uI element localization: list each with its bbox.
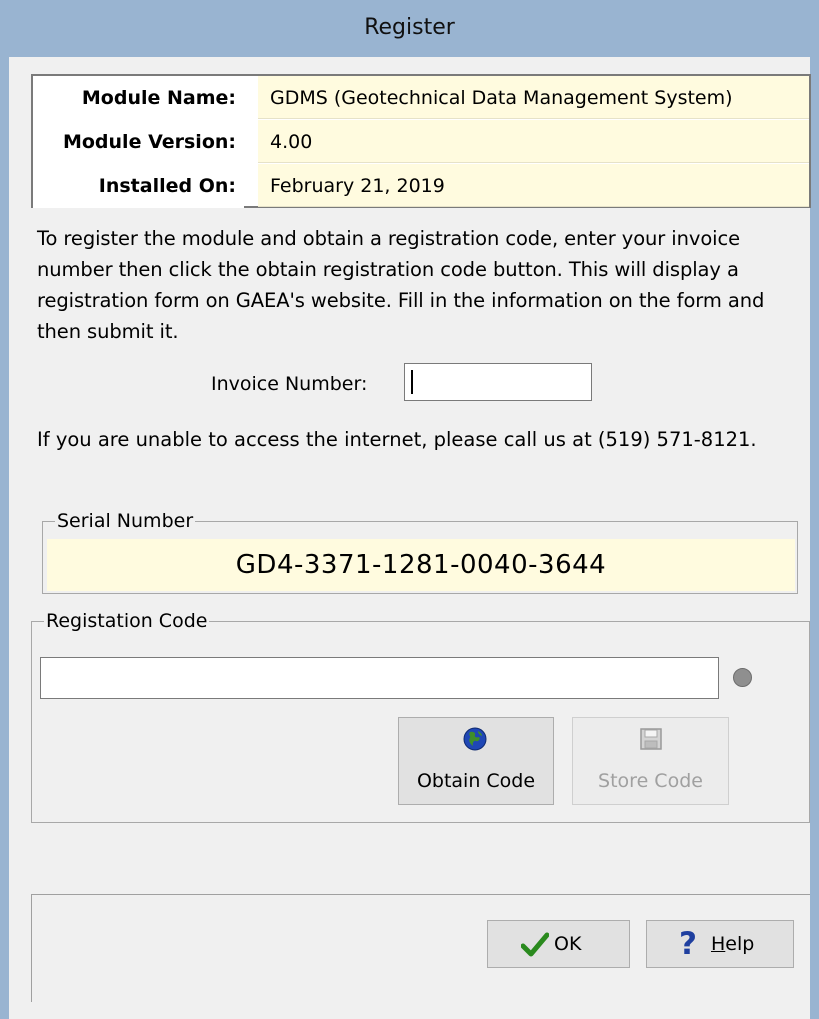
help-label: Help bbox=[711, 931, 754, 957]
store-code-button[interactable]: Store Code bbox=[572, 717, 729, 805]
serial-number-group: Serial Number GD4-3371-1281-0040-3644 bbox=[42, 508, 798, 594]
phone-note: If you are unable to access the internet… bbox=[37, 428, 757, 451]
ok-label: OK bbox=[554, 933, 582, 955]
module-version-label: Module Version: bbox=[33, 120, 244, 164]
module-name-row: Module Name: GDMS (Geotechnical Data Man… bbox=[33, 76, 809, 120]
title-bar[interactable]: Register bbox=[0, 0, 819, 57]
window-title: Register bbox=[364, 15, 455, 40]
registration-code-group: Registation Code Obtain Code Store Code bbox=[31, 608, 810, 823]
installed-on-row: Installed On: February 21, 2019 bbox=[33, 164, 809, 208]
obtain-code-label: Obtain Code bbox=[416, 770, 536, 792]
installed-on-label: Installed On: bbox=[33, 164, 244, 208]
module-version-value: 4.00 bbox=[258, 120, 809, 163]
serial-number-title: Serial Number bbox=[55, 508, 196, 534]
checkmark-icon bbox=[521, 932, 549, 957]
ok-button[interactable]: OK bbox=[487, 920, 630, 968]
module-version-row: Module Version: 4.00 bbox=[33, 120, 809, 164]
invoice-number-input[interactable] bbox=[404, 363, 592, 401]
help-mnemonic: H bbox=[711, 933, 726, 955]
floppy-disk-icon bbox=[640, 728, 662, 750]
registration-code-input[interactable] bbox=[40, 657, 719, 699]
store-code-label: Store Code bbox=[598, 770, 703, 792]
module-name-label: Module Name: bbox=[33, 76, 244, 120]
register-window: Register Module Name: GDMS (Geotechnical… bbox=[0, 0, 819, 1019]
registration-code-title: Registation Code bbox=[44, 608, 210, 634]
text-caret bbox=[411, 370, 413, 394]
installed-on-value: February 21, 2019 bbox=[258, 164, 809, 207]
instructions-text: To register the module and obtain a regi… bbox=[37, 227, 765, 343]
help-label-rest: elp bbox=[725, 933, 755, 955]
globe-icon bbox=[463, 727, 487, 751]
module-name-value: GDMS (Geotechnical Data Management Syste… bbox=[258, 76, 809, 119]
invoice-number-label: Invoice Number: bbox=[211, 373, 368, 395]
module-info-table: Module Name: GDMS (Geotechnical Data Man… bbox=[31, 74, 811, 208]
window-frame-left bbox=[0, 57, 9, 1019]
obtain-code-button[interactable]: Obtain Code bbox=[398, 717, 554, 805]
help-button[interactable]: ? Help bbox=[646, 920, 794, 968]
button-panel: OK ? Help bbox=[31, 894, 810, 1002]
serial-number-value: GD4-3371-1281-0040-3644 bbox=[47, 539, 795, 591]
status-indicator-icon bbox=[733, 668, 752, 687]
window-frame-right bbox=[810, 57, 819, 1019]
question-mark-icon: ? bbox=[679, 926, 697, 962]
